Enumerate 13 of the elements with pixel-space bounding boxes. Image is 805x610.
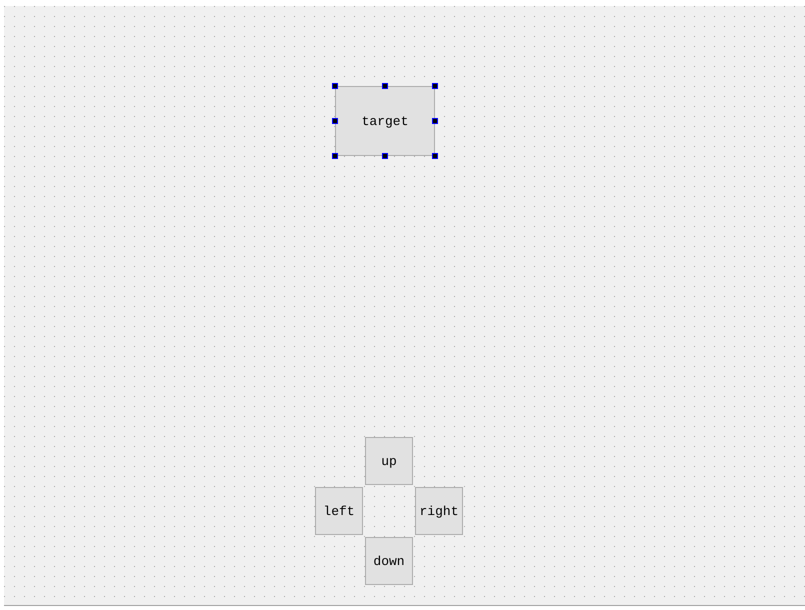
resize-handle-icon[interactable]	[432, 118, 438, 124]
resize-handle-icon[interactable]	[332, 118, 338, 124]
resize-handle-icon[interactable]	[382, 83, 388, 89]
push-button[interactable]: up	[365, 437, 413, 485]
push-button[interactable]: down	[365, 537, 413, 585]
resize-handle-icon[interactable]	[382, 153, 388, 159]
resize-handle-icon[interactable]	[332, 153, 338, 159]
push-button[interactable]: left	[315, 487, 363, 535]
resize-handle-icon[interactable]	[432, 83, 438, 89]
resize-handle-icon[interactable]	[332, 83, 338, 89]
push-button[interactable]: right	[415, 487, 463, 535]
push-button[interactable]: target	[335, 86, 435, 156]
resize-handle-icon[interactable]	[432, 153, 438, 159]
